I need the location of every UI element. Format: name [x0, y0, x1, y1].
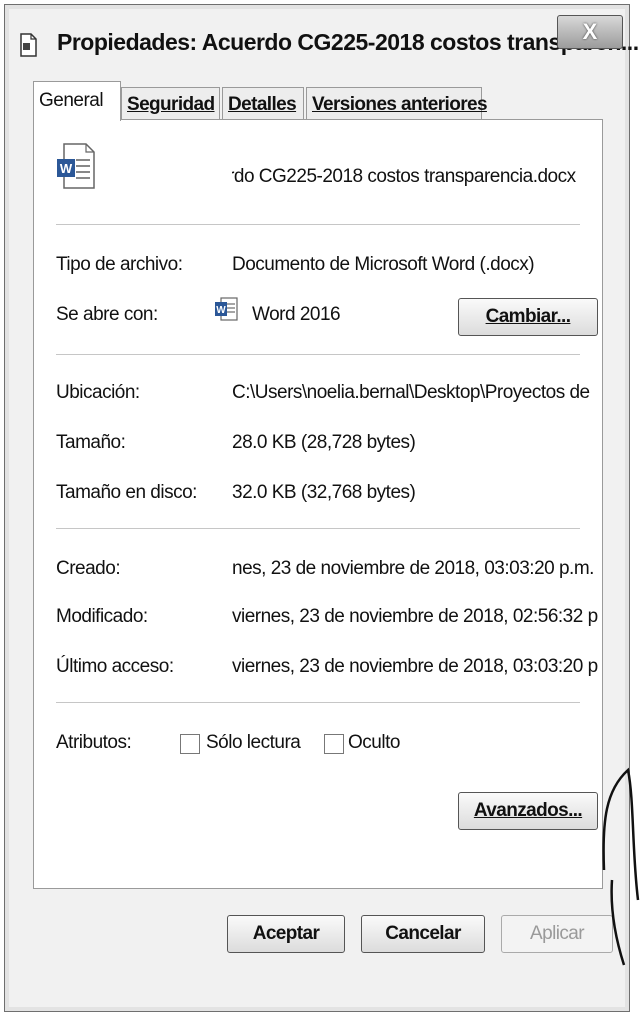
document-icon [20, 33, 37, 57]
ok-button[interactable]: Aceptar [227, 915, 345, 953]
modified-value: viernes, 23 de noviembre de 2018, 02:56:… [232, 606, 598, 627]
file-type-label: Tipo de archivo: [56, 254, 183, 275]
opens-with-value: Word 2016 [252, 304, 341, 325]
hidden-checkbox[interactable] [324, 734, 344, 754]
separator [56, 224, 580, 225]
readonly-checkbox[interactable] [180, 734, 200, 754]
title-bar[interactable]: Propiedades: Acuerdo CG225-2018 costos t… [11, 11, 639, 71]
readonly-label[interactable]: Sólo lectura [206, 732, 301, 754]
word-app-icon: W [215, 297, 238, 321]
size-label: Tamaño: [56, 432, 126, 453]
close-button[interactable]: X [557, 15, 623, 49]
close-icon: X [582, 19, 598, 44]
tab-general[interactable]: General [33, 81, 121, 121]
filename-field[interactable]: erdo CG225-2018 costos transparencia.doc… [232, 166, 600, 194]
accessed-value: viernes, 23 de noviembre de 2018, 03:03:… [232, 656, 598, 677]
handwritten-mark [602, 767, 640, 966]
separator [56, 528, 580, 529]
attributes-label: Atributos: [56, 732, 132, 753]
separator [56, 354, 580, 355]
word-document-icon: W [57, 143, 95, 189]
created-label: Creado: [56, 558, 121, 579]
opens-with-label: Se abre con: [56, 304, 158, 325]
svg-text:W: W [216, 305, 226, 316]
hidden-label[interactable]: Oculto [348, 732, 400, 754]
tab-seguridad[interactable]: Seguridad [121, 87, 220, 119]
size-on-disk-label: Tamaño en disco: [56, 482, 197, 503]
general-panel: W erdo CG225-2018 costos transparencia.d… [33, 119, 603, 889]
advanced-button[interactable]: Avanzados... [458, 792, 598, 830]
location-value[interactable]: C:\Users\noelia.bernal\Desktop\Proyectos… [232, 382, 602, 404]
accessed-label: Último acceso: [56, 656, 174, 677]
size-value: 28.0 KB (28,728 bytes) [232, 432, 416, 453]
tab-versiones-anteriores[interactable]: Versiones anteriores [306, 87, 488, 119]
properties-dialog: Propiedades: Acuerdo CG225-2018 costos t… [4, 4, 639, 1012]
tab-detalles[interactable]: Detalles [222, 87, 304, 119]
change-button[interactable]: Cambiar... [458, 298, 598, 336]
window-title: Propiedades: Acuerdo CG225-2018 costos t… [57, 29, 639, 55]
location-label: Ubicación: [56, 382, 140, 403]
svg-text:W: W [60, 161, 73, 176]
created-value: nes, 23 de noviembre de 2018, 03:03:20 p… [232, 558, 594, 579]
modified-label: Modificado: [56, 606, 148, 627]
file-type-value: Documento de Microsoft Word (.docx) [232, 254, 535, 275]
separator [56, 702, 580, 703]
size-on-disk-value: 32.0 KB (32,768 bytes) [232, 482, 416, 503]
apply-button[interactable]: Aplicar [501, 915, 613, 953]
cancel-button[interactable]: Cancelar [361, 915, 485, 953]
